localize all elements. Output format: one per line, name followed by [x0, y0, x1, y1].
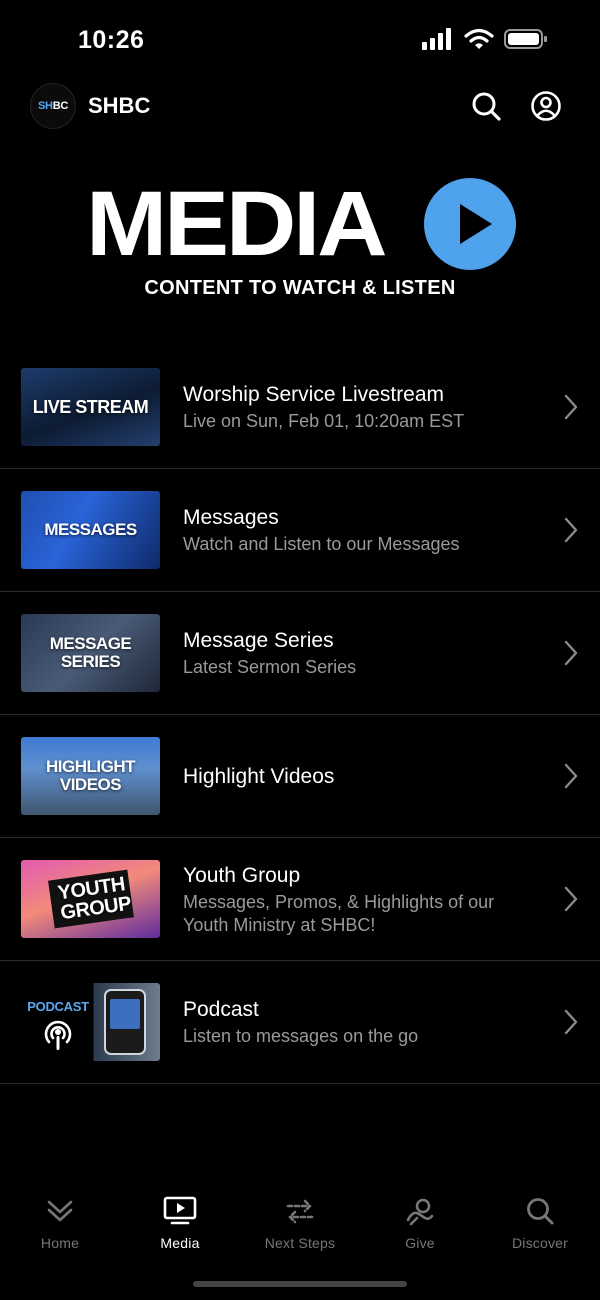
- message-series-thumbnail: MESSAGE SERIES: [21, 614, 160, 692]
- thumbnail-label: HIGHLIGHT VIDEOS: [46, 757, 136, 794]
- home-indicator: [193, 1281, 407, 1287]
- thumbnail-label: LIVE STREAM: [32, 397, 149, 417]
- account-button[interactable]: [530, 90, 562, 122]
- wifi-icon: [464, 28, 494, 49]
- app-title: SHBC: [88, 93, 151, 118]
- phone-illustration: [104, 989, 146, 1055]
- podcast-icon: [44, 1020, 72, 1050]
- list-item-message-series[interactable]: MESSAGE SERIES Message Series Latest Ser…: [0, 592, 600, 715]
- thumbnail-label: YOUTH GROUP: [47, 869, 134, 929]
- chevron-right-icon: [564, 517, 578, 543]
- status-bar: 10:26: [0, 0, 600, 80]
- account-icon: [531, 91, 561, 121]
- list-item-subtitle: Live on Sun, Feb 01, 10:20am EST: [183, 411, 465, 431]
- status-time: 10:26: [78, 26, 145, 54]
- tab-discover[interactable]: Discover: [480, 1186, 600, 1256]
- list-item-title: Youth Group: [183, 863, 301, 887]
- tab-label: Give: [405, 1235, 435, 1251]
- tab-home-icon-wrap: [43, 1194, 77, 1228]
- list-item-title: Messages: [183, 506, 279, 529]
- list-item-messages[interactable]: MESSAGES Messages Watch and Listen to ou…: [0, 469, 600, 592]
- chevron-right-icon: [564, 394, 578, 420]
- search-icon: [472, 92, 501, 121]
- cellular-signal-icon: [422, 28, 451, 50]
- tab-discover-icon-wrap: [523, 1194, 557, 1228]
- thumbnail-label: MESSAGE SERIES: [49, 634, 132, 671]
- list-item-title: Message Series: [183, 629, 334, 652]
- list-item-subtitle: Latest Sermon Series: [183, 657, 357, 677]
- list-item-subtitle: Listen to messages on the go: [183, 1026, 419, 1046]
- tab-label: Discover: [511, 1235, 569, 1251]
- thumbnail-label: PODCAST: [27, 998, 89, 1014]
- battery-icon: [504, 29, 547, 49]
- media-hero-banner: MEDIA CONTENT TO WATCH & LISTEN: [0, 170, 600, 310]
- bottom-tab-bar: Home Media Next Steps Give Discover: [0, 1186, 600, 1256]
- list-item-title: Podcast: [183, 998, 259, 1021]
- arrows-swap-icon: [286, 1199, 314, 1224]
- tab-media-icon-wrap: [163, 1194, 197, 1228]
- hero-subtitle: CONTENT TO WATCH & LISTEN: [144, 277, 456, 299]
- tv-play-icon: [163, 1196, 197, 1225]
- tab-home[interactable]: Home: [0, 1186, 120, 1256]
- give-icon: [406, 1198, 434, 1226]
- tab-label: Home: [40, 1235, 80, 1251]
- list-item-text: Worship Service Livestream Live on Sun, …: [183, 346, 540, 468]
- list-item-text: Youth Group Messages, Promos, & Highligh…: [183, 838, 540, 960]
- tab-next-steps[interactable]: Next Steps: [240, 1186, 360, 1256]
- chevron-right-icon: [564, 886, 578, 912]
- tab-media[interactable]: Media: [120, 1186, 240, 1256]
- list-item-text: Highlight Videos: [183, 715, 540, 837]
- tab-label: Next Steps: [264, 1235, 336, 1251]
- play-icon: [424, 178, 516, 270]
- hero-title: MEDIA: [86, 173, 388, 275]
- app-header: SHBC SHBC: [0, 80, 600, 132]
- list-item-youth-group[interactable]: YOUTH GROUP Youth Group Messages, Promos…: [0, 838, 600, 961]
- thumbnail-label: MESSAGES: [44, 520, 137, 539]
- tab-give-icon-wrap: [403, 1194, 437, 1228]
- chevron-right-icon: [564, 1009, 578, 1035]
- church-logo[interactable]: SHBC: [30, 83, 76, 129]
- list-item-subtitle: Watch and Listen to our Messages: [183, 534, 460, 554]
- livestream-thumbnail: LIVE STREAM: [21, 368, 160, 446]
- search-button[interactable]: [470, 90, 502, 122]
- list-item-text: Podcast Listen to messages on the go: [183, 961, 540, 1083]
- podcast-thumbnail: PODCAST: [21, 983, 160, 1061]
- media-list: LIVE STREAM Worship Service Livestream L…: [0, 346, 600, 1084]
- status-icons: [422, 28, 548, 50]
- logo-text: SHBC: [38, 100, 68, 112]
- chevron-right-icon: [564, 763, 578, 789]
- list-item-text: Message Series Latest Sermon Series: [183, 592, 540, 714]
- youth-group-thumbnail: YOUTH GROUP: [21, 860, 160, 938]
- list-item-livestream[interactable]: LIVE STREAM Worship Service Livestream L…: [0, 346, 600, 469]
- messages-thumbnail: MESSAGES: [21, 491, 160, 569]
- podcast-badge: PODCAST: [21, 993, 95, 1052]
- list-item-text: Messages Watch and Listen to our Message…: [183, 469, 540, 591]
- highlight-videos-thumbnail: HIGHLIGHT VIDEOS: [21, 737, 160, 815]
- list-item-title: Worship Service Livestream: [183, 383, 445, 406]
- chevrons-down-icon: [47, 1200, 73, 1222]
- tab-give[interactable]: Give: [360, 1186, 480, 1256]
- tab-label: Media: [160, 1235, 200, 1251]
- list-item-highlight-videos[interactable]: HIGHLIGHT VIDEOS Highlight Videos: [0, 715, 600, 838]
- list-item-subtitle: Messages, Promos, & Highlights of our Yo…: [183, 891, 495, 935]
- list-item-title: Highlight Videos: [183, 764, 335, 788]
- chevron-right-icon: [564, 640, 578, 666]
- search-icon: [527, 1198, 554, 1225]
- tab-next-steps-icon-wrap: [283, 1194, 317, 1228]
- list-item-podcast[interactable]: PODCAST Podcast Listen to messages on th…: [0, 961, 600, 1084]
